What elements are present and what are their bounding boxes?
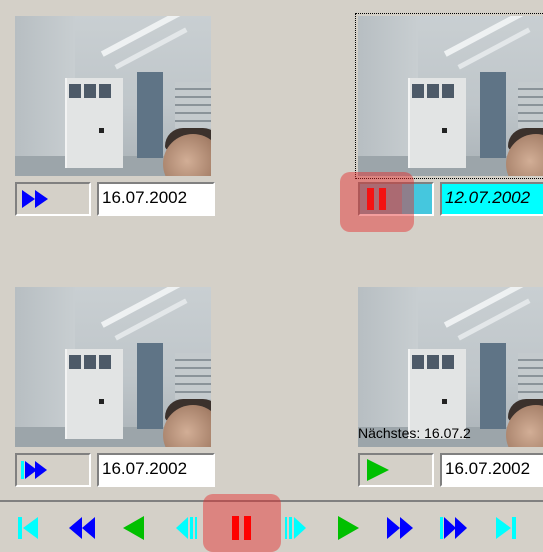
video-panel-4: Nächstes: 16.07.2 16.07.2002 <box>358 287 543 492</box>
playback-state-fast-forward[interactable] <box>15 182 91 216</box>
play-reverse-icon <box>123 516 144 540</box>
step-forward-icon <box>285 517 306 539</box>
camera-thumbnail[interactable] <box>15 16 211 176</box>
play-button[interactable] <box>328 509 368 547</box>
date-field[interactable]: 12.07.2002 <box>440 182 543 216</box>
play-reverse-button[interactable] <box>114 509 154 547</box>
go-to-end-button[interactable] <box>486 509 526 547</box>
pause-icon <box>232 516 251 540</box>
fast-rewind-icon <box>69 517 95 539</box>
playback-toolbar <box>0 494 543 552</box>
fast-forward-icon <box>22 190 48 208</box>
video-panel-1: 16.07.2002 <box>15 16 215 221</box>
playback-state-play[interactable] <box>358 453 434 487</box>
go-to-end-icon <box>496 517 516 539</box>
playback-state-pause[interactable] <box>358 182 434 216</box>
date-field[interactable]: 16.07.2002 <box>97 453 215 487</box>
step-back-icon <box>176 517 197 539</box>
pause-button[interactable] <box>222 509 262 547</box>
pause-icon <box>367 188 386 210</box>
play-icon <box>338 516 359 540</box>
next-recording-label: Nächstes: 16.07.2 <box>358 425 471 441</box>
go-to-start-button[interactable] <box>8 509 48 547</box>
video-panel-3: 16.07.2002 <box>15 287 215 492</box>
playback-state-skip-forward[interactable] <box>15 453 91 487</box>
date-field[interactable]: 16.07.2002 <box>97 182 215 216</box>
step-forward-button[interactable] <box>276 509 316 547</box>
skip-forward-icon <box>440 517 467 539</box>
fast-forward-button[interactable] <box>380 509 420 547</box>
camera-thumbnail[interactable] <box>15 287 211 447</box>
date-field[interactable]: 16.07.2002 <box>440 453 543 487</box>
skip-forward-icon <box>21 461 47 479</box>
fast-forward-icon <box>387 517 413 539</box>
skip-forward-button[interactable] <box>434 509 474 547</box>
go-to-start-icon <box>18 517 38 539</box>
camera-thumbnail[interactable] <box>355 13 543 179</box>
video-panel-2: 12.07.2002 <box>355 13 543 221</box>
step-back-button[interactable] <box>166 509 206 547</box>
camera-thumbnail[interactable]: Nächstes: 16.07.2 <box>358 287 543 447</box>
play-icon <box>367 459 389 481</box>
fast-rewind-button[interactable] <box>62 509 102 547</box>
